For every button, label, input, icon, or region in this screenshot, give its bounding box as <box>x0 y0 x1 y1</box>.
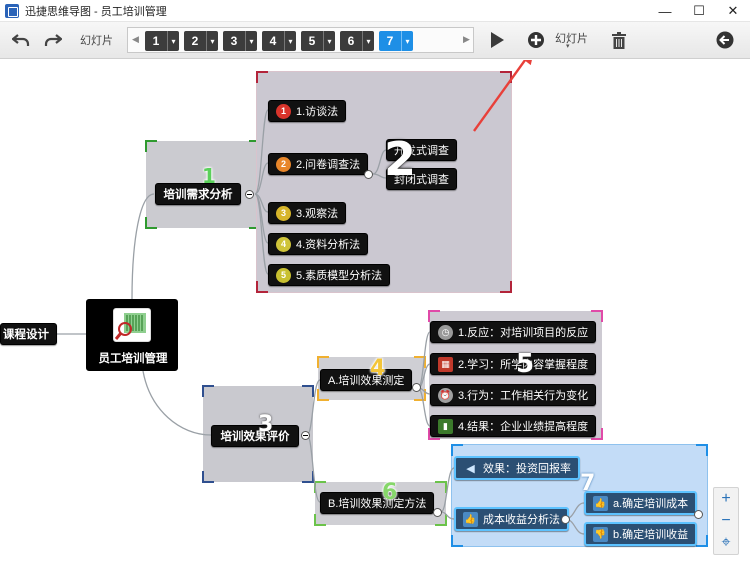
cost-a-node[interactable]: 👍 a.确定培训成本 <box>584 491 698 515</box>
root-label: 员工培训管理 <box>98 353 168 365</box>
slides-label: 幻灯片 <box>80 35 113 47</box>
frame-number-6: 6 <box>382 480 398 505</box>
collapse-measurement-icon[interactable] <box>412 383 421 392</box>
evaluation-level-2[interactable]: ▦ 2.学习：所学内容掌握程度 <box>430 353 597 375</box>
slides-strip: ◀ 1 ▾ 2 ▾ 3 ▾ 4 ▾ 5 ▾ 6 ▾ 7 ▾ ▶ <box>127 27 474 53</box>
needs-item-3[interactable]: 3 3.观察法 <box>268 202 347 224</box>
mindmap-canvas[interactable]: 1 课程设计 员工培训管理 培训需求分析 1 1.访谈法 2 2.问卷调查法 3… <box>0 60 750 570</box>
evaluation-measurement-node[interactable]: A.培训效果测定 <box>320 369 413 391</box>
title-bar: 迅捷思维导图 - 员工培训管理 — ☐ ✕ <box>0 0 750 22</box>
minimize-button[interactable]: — <box>648 0 682 22</box>
roi-node[interactable]: ◀ 效果：投资回报率 <box>454 456 580 480</box>
slide-3-button[interactable]: 3 ▾ <box>223 31 257 51</box>
slide-4-button[interactable]: 4 ▾ <box>262 31 296 51</box>
collapse-cost-icon[interactable] <box>561 515 570 524</box>
evaluation-level-3[interactable]: ⏰ 3.行为：工作相关行为变化 <box>430 384 597 406</box>
cost-benefit-node[interactable]: 👍 成本收益分析法 <box>454 507 569 531</box>
branch-training-evaluation[interactable]: 培训效果评价 <box>211 425 299 447</box>
needs-item-5[interactable]: 5 5.素质模型分析法 <box>268 264 391 286</box>
priority-3-icon: 3 <box>276 205 291 221</box>
branch-training-needs-analysis[interactable]: 培训需求分析 <box>155 183 241 205</box>
book-icon: ▮ <box>438 418 453 434</box>
priority-1-icon: 1 <box>276 103 291 119</box>
add-slide-icon[interactable] <box>525 30 547 50</box>
left-node-course-design[interactable]: 课程设计 <box>0 323 57 345</box>
collapse-branch1-icon[interactable] <box>245 190 254 199</box>
strip-right-arrow[interactable]: ▶ <box>463 34 470 45</box>
toolbar: 幻灯片 ◀ 1 ▾ 2 ▾ 3 ▾ 4 ▾ 5 ▾ 6 ▾ 7 ▾ ▶ 幻灯片 ▾ <box>0 22 750 59</box>
collapse-questionnaire-icon[interactable] <box>364 170 373 179</box>
collapse-cost-a-icon[interactable] <box>694 510 703 519</box>
add-slide-dropdown-icon[interactable]: ▾ <box>566 42 570 50</box>
calendar-icon: ▦ <box>438 356 453 372</box>
back-icon[interactable] <box>714 30 736 50</box>
redo-icon[interactable] <box>42 30 64 50</box>
slide-2-button[interactable]: 2 ▾ <box>184 31 218 51</box>
strip-left-arrow[interactable]: ◀ <box>132 34 139 45</box>
slide-5-button[interactable]: 5 ▾ <box>301 31 335 51</box>
maximize-button[interactable]: ☐ <box>682 0 716 22</box>
collapse-method-icon[interactable] <box>433 508 442 517</box>
collapse-branch2-icon[interactable] <box>301 431 310 440</box>
thumbs-down-icon: 👎 <box>593 526 608 542</box>
zoom-panel: + − ⌖ <box>713 487 739 555</box>
speaker-icon: ◀ <box>466 462 475 475</box>
clock-icon: ◷ <box>438 324 453 340</box>
evaluation-level-1[interactable]: ◷ 1.反应：对培训项目的反应 <box>430 321 597 343</box>
root-node[interactable]: 员工培训管理 <box>86 299 178 371</box>
app-logo-icon <box>5 3 19 18</box>
frame-number-4: 4 <box>370 356 386 381</box>
undo-icon[interactable] <box>10 30 32 50</box>
window-title: 迅捷思维导图 - 员工培训管理 <box>25 5 167 18</box>
close-button[interactable]: ✕ <box>716 0 750 22</box>
slide-1-button[interactable]: 1 ▾ <box>145 31 179 51</box>
slide-6-button[interactable]: 6 ▾ <box>340 31 374 51</box>
frame-number-3: 3 <box>258 412 274 437</box>
needs-item-4[interactable]: 4 4.资料分析法 <box>268 233 369 255</box>
priority-5-icon: 5 <box>276 267 291 283</box>
frame-number-7: 7 <box>580 471 596 496</box>
zoom-in-button[interactable]: + <box>714 488 738 510</box>
alarm-clock-icon: ⏰ <box>438 387 453 403</box>
frame-number-2: 2 <box>384 132 417 186</box>
root-training-icon <box>113 308 151 342</box>
frame-number-5: 5 <box>516 349 535 379</box>
zoom-out-button[interactable]: − <box>714 510 738 532</box>
fit-view-icon[interactable]: ⌖ <box>714 532 738 554</box>
cost-b-node[interactable]: 👎 b.确定培训收益 <box>584 522 698 546</box>
evaluation-level-4[interactable]: ▮ 4.结果：企业业绩提高程度 <box>430 415 597 437</box>
play-icon[interactable] <box>486 30 508 50</box>
thumbs-up-icon: 👍 <box>463 511 478 527</box>
measurement-method-node[interactable]: B.培训效果测定方法 <box>320 492 435 514</box>
slide-7-button[interactable]: 7 ▾ <box>379 31 413 51</box>
priority-4-icon: 4 <box>276 236 291 252</box>
needs-item-2[interactable]: 2 2.问卷调查法 <box>268 153 369 175</box>
add-slide-label[interactable]: 幻灯片 <box>555 30 588 46</box>
priority-2-icon: 2 <box>276 156 291 172</box>
thumbs-up-small-icon: 👍 <box>593 495 608 511</box>
delete-slide-icon[interactable] <box>608 30 630 50</box>
needs-item-1[interactable]: 1 1.访谈法 <box>268 100 347 122</box>
